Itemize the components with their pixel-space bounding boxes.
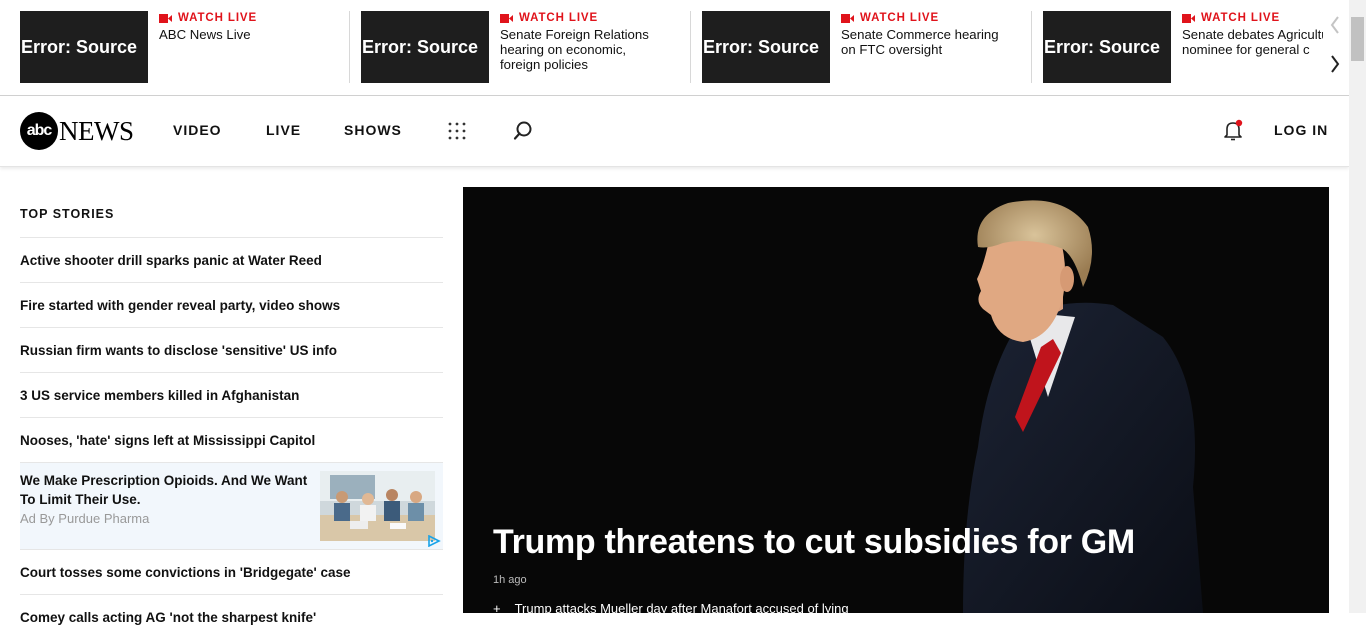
story-link[interactable]: Court tosses some convictions in 'Bridge… [20,549,443,594]
nav-video[interactable]: VIDEO [173,122,222,138]
chevron-left-icon [1330,16,1339,34]
ticker-title[interactable]: Senate Foreign Relations hearing on econ… [500,27,670,72]
ticker-thumbnail[interactable]: Error: Source [702,11,830,83]
watch-live-badge: WATCH LIVE [1182,12,1280,24]
ticker-thumbnail[interactable]: Error: Source [361,11,489,83]
story-link[interactable]: Active shooter drill sparks panic at Wat… [20,237,443,282]
watch-live-badge: WATCH LIVE [500,12,598,24]
ad-sponsor: Ad By Purdue Pharma [20,511,150,526]
video-camera-icon [841,13,854,23]
search-icon [513,121,532,140]
sponsored-ad[interactable]: We Make Prescription Opioids. And We Wan… [20,462,443,549]
video-camera-icon [1182,13,1195,23]
grid-icon [448,122,466,140]
watch-live-badge: WATCH LIVE [841,12,939,24]
nav-live[interactable]: LIVE [266,122,301,138]
news-wordmark: NEWS [59,115,134,146]
site-header: abc NEWS VIDEO LIVE SHOWS LOG IN [0,96,1349,167]
divider [690,11,691,83]
adchoices-icon[interactable] [427,535,441,547]
nav-shows[interactable]: SHOWS [344,122,402,138]
top-stories-heading: TOP STORIES [20,207,115,221]
top-stories: TOP STORIES Active shooter drill sparks … [20,187,443,639]
menu-grid-button[interactable] [446,120,468,142]
ticker-title[interactable]: Senate Commerce hearing on FTC oversight [841,27,1011,57]
story-link[interactable]: 3 US service members killed in Afghanist… [20,372,443,417]
chevron-right-icon [1331,55,1340,73]
ad-title[interactable]: We Make Prescription Opioids. And We Wan… [20,471,310,509]
plus-icon: + [493,601,501,613]
related-story-title[interactable]: Trump attacks Mueller day after Manafort… [515,601,849,613]
page-scrollbar[interactable] [1349,0,1366,613]
abc-news-logo[interactable]: abc NEWS [20,112,134,150]
ticker-thumbnail[interactable]: Error: Source [1043,11,1171,83]
abc-logo-circle: abc [20,112,58,150]
story-link[interactable]: Nooses, 'hate' signs left at Mississippi… [20,417,443,462]
search-button[interactable] [511,119,535,143]
scrollbar-thumb[interactable] [1351,17,1364,61]
hero-story[interactable]: Trump threatens to cut subsidies for GM … [463,187,1329,613]
story-link[interactable]: Russian firm wants to disclose 'sensitiv… [20,327,443,372]
divider [349,11,350,83]
divider [1031,11,1032,83]
live-ticker: Error: Source WATCH LIVE ABC News Live E… [0,0,1349,96]
ticker-title[interactable]: Senate debates Agriculture nominee for g… [1182,27,1323,57]
ad-image[interactable] [320,471,435,541]
hero-timestamp: 1h ago [493,574,527,586]
ticker-title[interactable]: ABC News Live [159,27,329,42]
ticker-thumbnail[interactable]: Error: Source [20,11,148,83]
watch-live-badge: WATCH LIVE [159,12,257,24]
ticker-item[interactable]: Error: Source WATCH LIVE Senate debates … [1043,11,1323,83]
bell-icon [1224,119,1243,141]
notifications-button[interactable] [1221,118,1245,142]
ad-meeting-photo [320,471,435,541]
video-camera-icon [500,13,513,23]
ticker-prev-button[interactable] [1326,14,1344,36]
related-story-link[interactable]: + Trump attacks Mueller day after Manafor… [493,601,849,613]
ticker-next-button[interactable] [1326,53,1344,75]
video-camera-icon [159,13,172,23]
login-link[interactable]: LOG IN [1274,122,1328,138]
story-link[interactable]: Comey calls acting AG 'not the sharpest … [20,594,443,639]
story-link[interactable]: Fire started with gender reveal party, v… [20,282,443,327]
hero-headline[interactable]: Trump threatens to cut subsidies for GM [493,523,1135,562]
